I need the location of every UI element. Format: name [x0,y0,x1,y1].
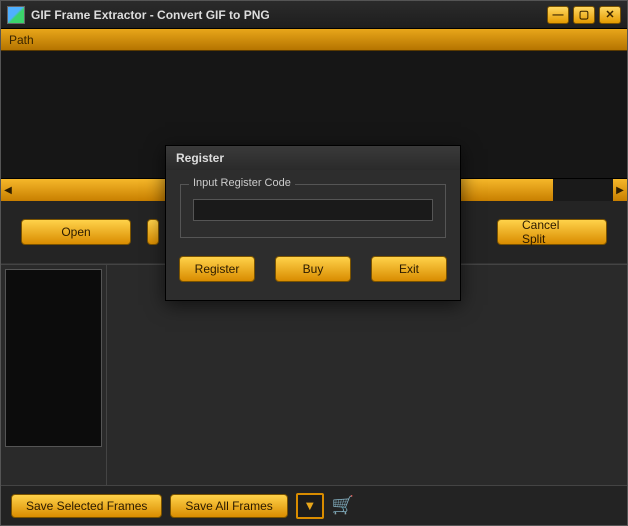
minimize-button[interactable]: — [547,6,569,24]
maximize-button[interactable]: ▢ [573,6,595,24]
dialog-title: Register [166,146,460,170]
open-button[interactable]: Open [21,219,131,245]
titlebar: GIF Frame Extractor - Convert GIF to PNG… [1,1,627,29]
register-code-input[interactable] [193,199,433,221]
app-window: GIF Frame Extractor - Convert GIF to PNG… [0,0,628,526]
window-controls: — ▢ ✕ [547,6,621,24]
thumbnail-column [1,265,107,485]
register-code-group: Input Register Code [180,184,446,238]
cart-icon[interactable]: 🛒 [332,495,354,516]
app-icon [7,6,25,24]
close-button[interactable]: ✕ [599,6,621,24]
save-selected-frames-button[interactable]: Save Selected Frames [11,494,162,518]
filmstrip-right-arrow[interactable]: ▶ [613,179,627,201]
dialog-buttons: Register Buy Exit [166,248,460,300]
hidden-button-stub[interactable] [147,219,159,245]
footer: Save Selected Frames Save All Frames ▼ 🛒 [1,485,627,525]
buy-button[interactable]: Buy [275,256,351,282]
register-dialog: Register Input Register Code Register Bu… [165,145,461,301]
thumbnail-placeholder[interactable] [5,269,102,447]
register-code-label: Input Register Code [189,177,295,189]
cancel-split-button[interactable]: Cancel Split [497,219,607,245]
path-bar: Path [1,29,627,51]
chevron-down-icon: ▼ [303,498,316,513]
exit-button[interactable]: Exit [371,256,447,282]
path-label: Path [9,33,34,47]
register-button[interactable]: Register [179,256,255,282]
window-title: GIF Frame Extractor - Convert GIF to PNG [31,8,547,22]
filmstrip-left-arrow[interactable]: ◀ [1,179,15,201]
save-all-frames-button[interactable]: Save All Frames [170,494,287,518]
format-dropdown-button[interactable]: ▼ [296,493,324,519]
